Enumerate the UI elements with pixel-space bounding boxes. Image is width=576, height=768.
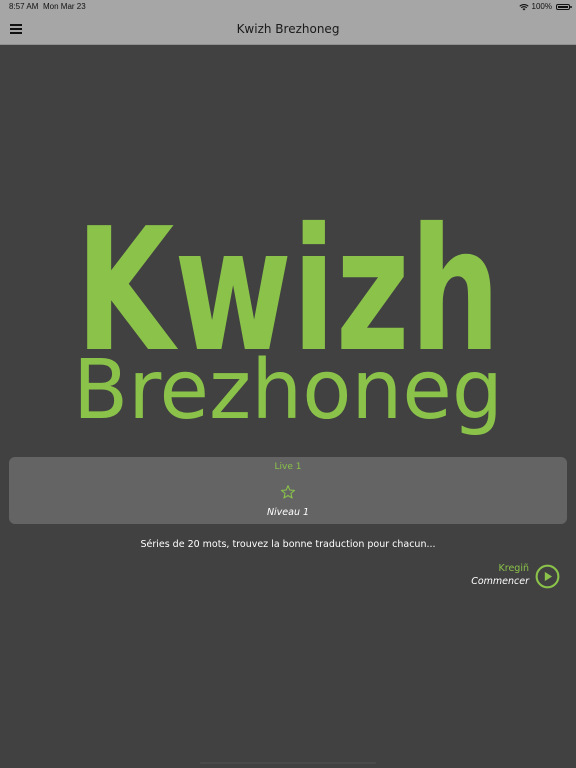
app-logo: Kwizh Brezhoneg [0, 196, 576, 441]
app-logo-graphic: Kwizh Brezhoneg [73, 196, 503, 438]
start-label-breton: Kregiñ [498, 563, 529, 574]
status-right: 100% [518, 0, 552, 14]
level-label: Live 1 [274, 462, 302, 472]
home-indicator [200, 762, 376, 764]
wifi-icon [518, 3, 529, 10]
status-bar: 8:57 AM Mon Mar 23 100% [0, 0, 576, 14]
battery-icon [556, 4, 572, 10]
level-subtitle: Niveau 1 [266, 507, 310, 518]
page-title: Kwizh Brezhoneg [236, 22, 340, 36]
status-date: Mon Mar 23 [43, 2, 86, 11]
navigation-bar: Kwizh Brezhoneg [0, 14, 576, 45]
status-time: 8:57 AM [9, 2, 39, 11]
level-card[interactable]: Live 1 Niveau 1 [9, 457, 567, 524]
start-labels: Kregiñ Commencer [471, 563, 529, 589]
play-circle-icon[interactable] [535, 564, 560, 589]
start-label-french: Commencer [471, 576, 529, 587]
star-outline-icon [280, 485, 296, 499]
battery-percentage: 100% [531, 2, 552, 11]
start-button[interactable]: Kregiñ Commencer [471, 563, 560, 589]
logo-line-2: Brezhoneg [73, 343, 503, 438]
level-description: Séries de 20 mots, trouvez la bonne trad… [140, 539, 436, 550]
